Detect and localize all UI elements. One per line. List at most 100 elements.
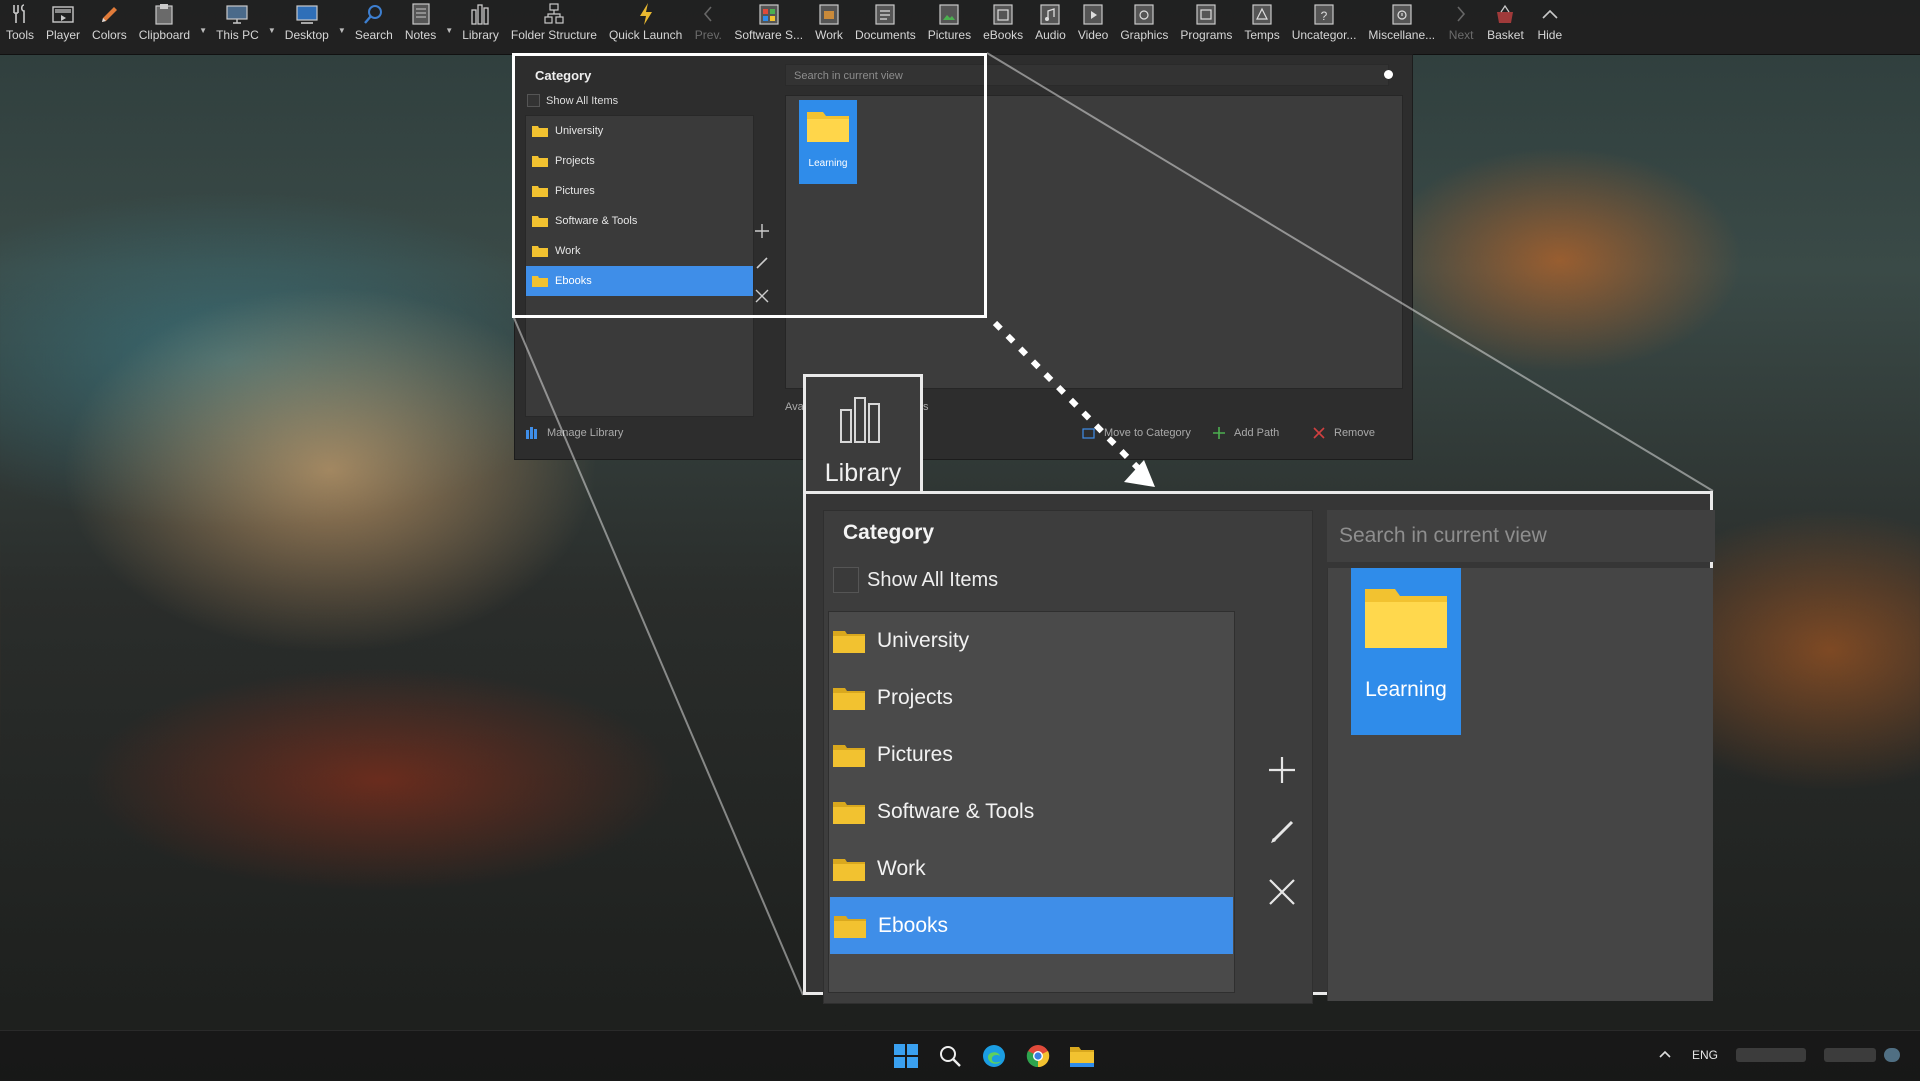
colors-icon	[98, 2, 120, 26]
chevron-left-icon	[697, 2, 719, 26]
toolbar-quick-launch[interactable]: Quick Launch	[603, 0, 688, 54]
language-indicator[interactable]: ENG	[1692, 1048, 1718, 1062]
player-icon	[52, 2, 74, 26]
category-item-university[interactable]: University	[829, 612, 1234, 669]
category-label: Pictures	[877, 742, 953, 766]
toolbar-label: Miscellane...	[1368, 28, 1436, 42]
toolbar-colors[interactable]: Colors	[86, 0, 133, 54]
status-dot	[1384, 70, 1393, 79]
category-label: Work	[877, 856, 926, 880]
toolbar-label: Software S...	[734, 28, 804, 42]
chrome-icon[interactable]	[1025, 1043, 1051, 1069]
toolbar-player[interactable]: Player	[40, 0, 86, 54]
file-explorer-icon[interactable]	[1069, 1043, 1095, 1069]
notes-dropdown-caret[interactable]: ▼	[442, 26, 456, 35]
category-item-software-tools[interactable]: Software & Tools	[829, 783, 1234, 840]
pictures-icon	[938, 2, 960, 26]
toolbar-search[interactable]: Search	[349, 0, 399, 54]
toolbar-hide[interactable]: Hide	[1530, 0, 1570, 54]
library-tab-callout[interactable]: Library	[803, 374, 923, 496]
edit-category-button[interactable]	[1265, 814, 1299, 848]
toolbar-desktop[interactable]: Desktop	[279, 0, 335, 54]
desktop-dropdown-caret[interactable]: ▼	[335, 26, 349, 35]
chevron-up-icon[interactable]	[1658, 1047, 1672, 1061]
notification-icon[interactable]	[1884, 1048, 1900, 1062]
toolbar-graphics[interactable]: Graphics	[1114, 0, 1174, 54]
available-label: Ava	[785, 401, 804, 413]
clipboard-icon	[153, 2, 175, 26]
toolbar-basket[interactable]: Basket	[1481, 0, 1530, 54]
toolbar-label: Tools	[6, 28, 35, 42]
toolbar-label: Audio	[1035, 28, 1066, 42]
remove-button[interactable]: Remove	[1312, 426, 1375, 440]
toolbar-video[interactable]: Video	[1072, 0, 1114, 54]
delete-category-button[interactable]	[1265, 875, 1299, 909]
category-panel: Category Show All Items University Proje…	[823, 510, 1313, 1004]
move-to-category-button[interactable]: Move to Category	[1082, 426, 1191, 440]
toolbar-work[interactable]: Work	[809, 0, 849, 54]
add-path-button[interactable]: Add Path	[1212, 426, 1279, 440]
manage-library-label: Manage Library	[547, 427, 624, 439]
checkbox-box[interactable]	[833, 567, 859, 593]
category-item-pictures[interactable]: Pictures	[829, 726, 1234, 783]
show-all-items-checkbox[interactable]: Show All Items	[833, 567, 998, 593]
folder-icon	[833, 800, 865, 824]
category-item-ebooks[interactable]: Ebooks	[830, 897, 1233, 954]
toolbar-prev[interactable]: Prev.	[688, 0, 728, 54]
audio-icon	[1039, 2, 1061, 26]
edge-icon[interactable]	[981, 1043, 1007, 1069]
graphics-icon	[1133, 2, 1155, 26]
top-toolbar: Tools Player Colors Clipboard ▼ This PC …	[0, 0, 1920, 55]
this-pc-icon	[226, 2, 249, 26]
taskbar: ENG	[0, 1030, 1920, 1081]
close-icon	[1312, 426, 1326, 440]
windows-start-icon[interactable]	[893, 1043, 919, 1069]
add-path-label: Add Path	[1234, 427, 1280, 439]
toolbar-miscellaneous[interactable]: Miscellane...	[1362, 0, 1441, 54]
toolbar-folder-structure[interactable]: Folder Structure	[505, 0, 603, 54]
this-pc-dropdown-caret[interactable]: ▼	[265, 26, 279, 35]
category-item-projects[interactable]: Projects	[829, 669, 1234, 726]
category-item-work[interactable]: Work	[829, 840, 1234, 897]
toolbar-label: Next	[1448, 28, 1474, 42]
manage-library-button[interactable]: Manage Library	[525, 426, 623, 440]
software-icon	[758, 2, 780, 26]
toolbar-ebooks[interactable]: eBooks	[977, 0, 1029, 54]
toolbar-label: This PC	[216, 28, 259, 42]
toolbar-uncategorized[interactable]: ? Uncategor...	[1286, 0, 1363, 54]
toolbar-clipboard[interactable]: Clipboard	[133, 0, 196, 54]
move-to-category-label: Move to Category	[1104, 427, 1191, 439]
category-label: Software & Tools	[877, 799, 1035, 823]
chevron-up-icon	[1539, 2, 1561, 26]
toolbar-software[interactable]: Software S...	[728, 0, 809, 54]
toolbar-next[interactable]: Next	[1441, 0, 1481, 54]
add-category-button[interactable]	[1265, 753, 1299, 787]
ebooks-icon	[992, 2, 1014, 26]
library-icon	[837, 394, 889, 446]
remove-label: Remove	[1334, 427, 1375, 439]
toolbar-this-pc[interactable]: This PC	[210, 0, 265, 54]
search-icon	[363, 2, 385, 26]
toolbar-documents[interactable]: Documents	[849, 0, 922, 54]
clipboard-dropdown-caret[interactable]: ▼	[196, 26, 210, 35]
documents-icon	[874, 2, 896, 26]
toolbar-programs[interactable]: Programs	[1174, 0, 1238, 54]
toolbar-label: Player	[46, 28, 81, 42]
search-icon[interactable]	[937, 1043, 963, 1069]
category-list: University Projects Pictures Software & …	[828, 611, 1235, 993]
search-input[interactable]: Search in current view	[1327, 510, 1715, 562]
toolbar-label: Search	[354, 28, 393, 42]
library-item-learning[interactable]: Learning	[1351, 568, 1461, 735]
toolbar-audio[interactable]: Audio	[1029, 0, 1072, 54]
toolbar-notes[interactable]: Notes	[399, 0, 442, 54]
toolbar-label: Quick Launch	[608, 28, 683, 42]
toolbar-label: Clipboard	[138, 28, 191, 42]
clock[interactable]	[1824, 1048, 1876, 1062]
toolbar-label: eBooks	[983, 28, 1024, 42]
toolbar-pictures[interactable]: Pictures	[922, 0, 977, 54]
toolbar-library[interactable]: Library	[456, 0, 505, 54]
system-tray-icons[interactable]	[1736, 1048, 1806, 1062]
plus-icon	[1265, 757, 1299, 791]
toolbar-temps[interactable]: Temps	[1238, 0, 1285, 54]
toolbar-tools[interactable]: Tools	[0, 0, 40, 54]
